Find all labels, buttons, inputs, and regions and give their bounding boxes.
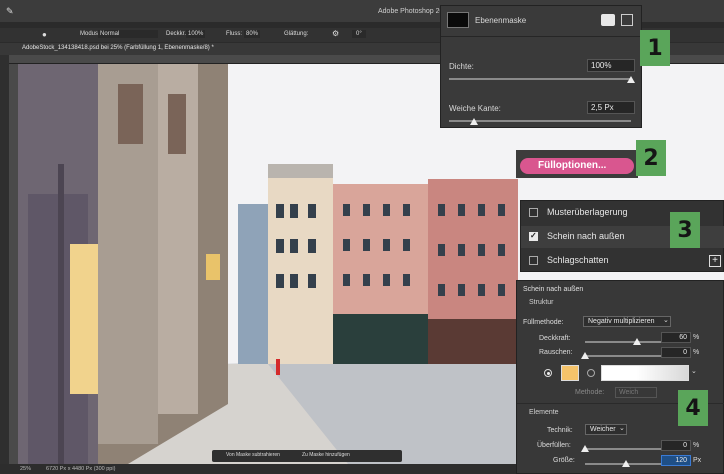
step-badge-3: 3 [670,212,700,248]
dichte-input[interactable]: 100% [587,59,635,72]
dichte-slider-knob[interactable] [627,76,635,83]
gear-icon[interactable]: ⚙ [332,29,339,38]
percent-unit: % [693,334,700,341]
deckkraft-label: Deckkraft: [539,335,571,342]
methode-select: Weich [615,387,657,398]
document-dimensions: 6720 Px x 4480 Px (300 ppi) [46,466,116,472]
panel-divider [441,36,643,37]
schein-nach-aussen-checkbox[interactable]: ✓ [529,231,538,241]
effect-label: Schein nach außen [547,231,625,241]
add-effect-icon[interactable]: + [709,255,721,267]
groesse-input[interactable]: 120 [661,455,691,466]
fluss-input[interactable]: 80% [244,30,261,38]
deckkraft-input[interactable]: 100% [186,30,206,38]
mask-panel-title: Ebenenmaske [475,16,527,25]
gradient-radio-button[interactable] [587,369,595,377]
elemente-heading: Elemente [529,409,559,416]
effect-label: Schlagschatten [547,255,609,265]
musterueberlagerung-checkbox[interactable] [529,208,538,217]
outer-glow-header: Schein nach außen [523,286,584,293]
step-badge-1: 1 [640,30,670,66]
check-icon: ✓ [530,231,537,240]
rauschen-slider-knob[interactable] [581,352,589,359]
deckkraft-slider-knob[interactable] [632,338,641,345]
chevron-down-icon: ⌄ [663,317,669,324]
percent-unit: % [693,349,700,356]
zoom-level: 25% [20,466,32,472]
struktur-heading: Struktur [529,299,554,306]
percent-unit: % [693,442,700,449]
rauschen-label: Rauschen: [539,349,573,356]
effect-row-schlagschatten[interactable]: Schlagschatten [521,251,724,271]
rauschen-input[interactable]: 0 [661,347,691,358]
fuellmethode-select[interactable]: Negativ multiplizieren [583,316,671,327]
glow-color-swatch[interactable] [561,365,579,381]
ruler-vertical [9,64,18,464]
deckkraft-slider-track[interactable] [585,341,671,343]
technik-label: Technik: [547,427,573,434]
rauschen-slider-track[interactable] [585,355,671,357]
outer-glow-panel: Schein nach außen Struktur Füllmethode: … [516,280,724,474]
document-tab-label: AdobeStock_134138418.psd bei 25% (Farbfü… [22,45,214,51]
deckkraft-input[interactable]: 60 [661,332,691,343]
chevron-down-icon: ⌄ [619,425,625,432]
fill-options-button[interactable]: Fülloptionen... [520,158,634,174]
step-badge-4: 4 [678,390,708,426]
modus-label: Modus: [80,31,100,37]
brush-tool-icon[interactable]: ✎ [6,6,14,17]
weiche-kante-label: Weiche Kante: [449,104,501,113]
glaettung-label: Glättung: [284,31,309,37]
fill-options-strip: Fülloptionen... [516,150,638,178]
groesse-label: Größe: [553,457,575,464]
ueberfuellen-input[interactable]: 0 [661,440,691,451]
ueberfuellen-label: Überfüllen: [537,442,571,449]
mask-action-bar: Von Maske subtrahieren Zu Maske hinzufüg… [212,450,402,462]
dichte-slider-track[interactable] [449,78,631,80]
weiche-kante-slider-knob[interactable] [470,118,479,125]
schlagschatten-checkbox[interactable] [529,256,538,265]
effect-label: Musterüberlagerung [547,207,628,217]
ueberfuellen-slider-track[interactable] [585,448,671,450]
gradient-swatch[interactable] [601,365,689,381]
subtract-from-mask-button[interactable]: Von Maske subtrahieren [226,452,280,458]
dichte-label: Dichte: [449,62,474,71]
mask-thumbnail [447,12,469,28]
fluss-label: Fluss: [226,31,243,37]
px-unit: Px [693,457,702,464]
color-radio-button[interactable] [544,369,552,377]
mask-properties-panel: Ebenenmaske Dichte: 100% Weiche Kante: 2… [440,5,643,128]
fuellmethode-label: Füllmethode: [523,319,564,326]
angle-input[interactable]: 0° [352,30,366,38]
deckkraft-label: Deckkr.: [166,31,188,37]
chevron-down-icon[interactable]: ⌄ [691,367,697,375]
vector-mask-icon[interactable] [621,14,633,26]
add-to-mask-button[interactable]: Zu Maske hinzufügen [302,452,350,458]
brush-preset-icon[interactable]: ● [42,30,47,39]
groesse-slider-knob[interactable] [622,460,631,467]
modus-select[interactable]: Normal [98,30,158,38]
pixel-mask-icon[interactable] [601,14,615,26]
tool-strip [0,55,9,474]
weiche-kante-input[interactable]: 2,5 Px [587,101,635,114]
methode-label: Methode: [575,389,605,396]
ueberfuellen-slider-knob[interactable] [581,445,589,452]
step-badge-2: 2 [636,140,666,176]
